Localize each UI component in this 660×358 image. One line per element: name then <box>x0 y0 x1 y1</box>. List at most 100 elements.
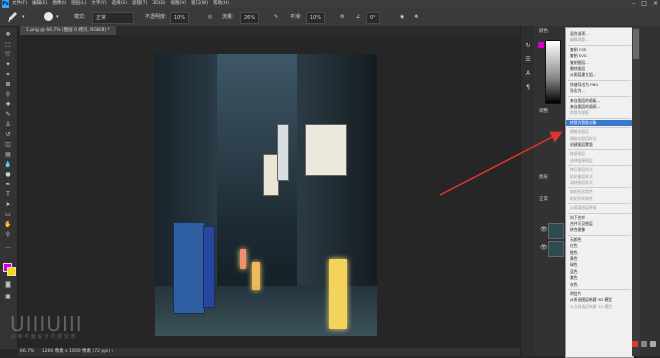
gradient-tool-icon[interactable]: ▤ <box>3 151 13 158</box>
tool-preset-dropdown[interactable]: ▾ <box>22 12 25 22</box>
brush-preview-icon[interactable] <box>44 12 53 21</box>
menu-item[interactable]: 文字(Y) <box>91 0 106 8</box>
dodge-tool-icon[interactable]: ● <box>3 171 13 178</box>
context-menu-item[interactable]: 创建图层蒙版 <box>566 142 633 148</box>
opacity-input[interactable]: 10% <box>170 12 190 24</box>
quick-mask-icon[interactable]: ◙ <box>3 281 13 288</box>
context-menu-item[interactable]: 红色 <box>566 243 633 249</box>
mode-select[interactable]: 正常 <box>92 12 134 24</box>
context-menu-item[interactable]: 无颜色 <box>566 237 633 243</box>
frame-tool-icon[interactable]: ⊠ <box>3 81 13 88</box>
move-tool-icon[interactable]: ✥ <box>3 31 13 38</box>
context-menu-item[interactable]: 复制 CSS <box>566 47 633 53</box>
quick-select-tool-icon[interactable]: ✦ <box>3 61 13 68</box>
context-menu-item: 编辑调整... <box>570 37 589 43</box>
character-panel-icon[interactable]: A <box>524 70 532 77</box>
menu-item[interactable]: 视图(V) <box>171 0 187 8</box>
status-arrow-icon[interactable]: › <box>112 349 114 354</box>
smoothing-input[interactable]: 10% <box>306 12 326 24</box>
context-menu-item[interactable]: 转换为智能对象 <box>566 119 633 126</box>
lasso-tool-icon[interactable]: ➰ <box>3 51 13 58</box>
paragraph-panel-icon[interactable]: ¶ <box>524 84 532 91</box>
visibility-eye-icon[interactable]: 👁 <box>540 226 548 233</box>
brush-tool-icon[interactable] <box>6 11 18 23</box>
history-panel-icon[interactable]: ↻ <box>524 42 532 49</box>
more-tools-icon[interactable]: … <box>3 243 13 250</box>
properties-panel-icon[interactable]: ☰ <box>524 56 532 63</box>
healing-tool-icon[interactable]: ✚ <box>3 101 13 108</box>
context-menu-item[interactable]: 复制图层... <box>566 60 633 66</box>
context-menu-item[interactable]: 从所选图层新建 3D 模型 <box>566 297 633 303</box>
stamp-tool-icon[interactable]: ♙ <box>3 121 13 128</box>
context-menu-item[interactable]: 向下合并 <box>566 215 633 221</box>
menu-item[interactable]: 图层(L) <box>71 0 86 8</box>
visibility-eye-icon[interactable]: 👁 <box>540 244 548 251</box>
tab-adjustments[interactable]: 调整 <box>536 108 551 115</box>
context-menu-item[interactable]: 删除图层 <box>566 66 633 72</box>
zoom-tool-icon[interactable]: ⚲ <box>3 231 13 238</box>
screen-mode-icon[interactable]: ▣ <box>3 293 13 300</box>
maximize-icon[interactable]: □ <box>641 0 647 8</box>
history-brush-tool-icon[interactable]: ↺ <box>3 131 13 138</box>
context-menu-item[interactable]: 橙色 <box>566 250 633 256</box>
document-image[interactable] <box>155 54 377 336</box>
eyedropper-tool-icon[interactable]: ⚲ <box>3 91 13 98</box>
menu-item[interactable]: 文件(F) <box>12 0 27 8</box>
crop-tool-icon[interactable]: ⌗ <box>3 71 13 78</box>
context-menu-item[interactable]: 紫色 <box>566 275 633 281</box>
color-panel-foreground[interactable] <box>538 42 544 48</box>
brush-size-dropdown[interactable]: ▾ <box>56 12 59 22</box>
pressure-size-icon[interactable]: ◉ <box>400 12 404 22</box>
menu-item[interactable]: 选择(S) <box>112 0 127 8</box>
airbrush-icon[interactable]: ✎ <box>274 12 278 22</box>
tab-color[interactable]: 颜色 <box>536 28 551 35</box>
context-menu-item[interactable]: 导出为... <box>566 88 633 94</box>
context-menu-item[interactable]: 合并可见图层 <box>566 221 633 227</box>
pressure-opacity-icon[interactable]: ◎ <box>208 12 212 22</box>
context-menu-item[interactable]: 灰色 <box>566 282 633 288</box>
path-select-tool-icon[interactable]: ➤ <box>3 201 13 208</box>
menu-item[interactable]: 编辑(E) <box>32 0 47 8</box>
context-menu-item[interactable]: 来自图层的画框... <box>566 104 633 110</box>
smoothing-settings-icon[interactable]: ⚙ <box>340 12 344 22</box>
background-color-swatch[interactable] <box>7 267 16 276</box>
marquee-tool-icon[interactable]: ⬚ <box>3 41 13 48</box>
close-icon[interactable]: × <box>653 0 658 8</box>
document-tab[interactable]: 1.png @ 66.7% (图层 0 拷贝, RGB/8) * <box>20 26 116 35</box>
context-menu-item[interactable]: 拼合图像 <box>566 227 633 233</box>
minimize-icon[interactable]: – <box>632 0 635 8</box>
tray-icon[interactable] <box>649 341 656 347</box>
context-menu-item[interactable]: 快速导出为 PNG <box>566 82 633 88</box>
context-menu-item[interactable]: 混合选项... <box>566 31 633 37</box>
context-menu-item[interactable]: 来自图层的画板... <box>566 98 633 104</box>
context-menu-item[interactable]: 蓝色 <box>566 269 633 275</box>
color-picker-field[interactable] <box>545 40 561 104</box>
menu-item[interactable]: 帮助(H) <box>213 0 229 8</box>
context-menu-item[interactable]: 黄色 <box>566 256 633 262</box>
zoom-level[interactable]: 66.7% <box>20 349 34 354</box>
context-menu-item[interactable]: 绿色 <box>566 262 633 268</box>
flow-input[interactable]: 26% <box>240 12 260 24</box>
layer-blend-mode[interactable]: 正常 <box>536 196 551 203</box>
tray-icon[interactable] <box>640 341 647 347</box>
menu-item[interactable]: 滤镜(T) <box>132 0 147 8</box>
context-menu-scrollbar[interactable] <box>632 27 640 356</box>
scrollbar-thumb[interactable] <box>633 29 639 59</box>
rectangle-tool-icon[interactable]: ▭ <box>3 211 13 218</box>
menu-item[interactable]: 窗口(W) <box>191 0 208 8</box>
hand-tool-icon[interactable]: ✋ <box>3 221 13 228</box>
menu-item[interactable]: 图像(I) <box>52 0 66 8</box>
symmetry-icon[interactable]: ❖ <box>414 12 418 22</box>
type-tool-icon[interactable]: T <box>3 191 13 198</box>
menu-item[interactable]: 3D(D) <box>152 0 165 8</box>
context-menu-item[interactable]: 明信片 <box>566 291 633 297</box>
pen-tool-icon[interactable]: ✒ <box>3 181 13 188</box>
brush-tool-icon[interactable]: ✎ <box>3 111 13 118</box>
context-menu-item[interactable]: 从图层建立组... <box>566 72 633 78</box>
ime-s-icon[interactable] <box>632 341 638 347</box>
angle-input[interactable]: 0° <box>366 12 380 24</box>
tab-layers[interactable]: 图层 <box>536 174 551 181</box>
blur-tool-icon[interactable]: 💧 <box>3 161 13 168</box>
eraser-tool-icon[interactable]: ◫ <box>3 141 13 148</box>
context-menu-item[interactable]: 复制 SVG <box>566 53 633 59</box>
